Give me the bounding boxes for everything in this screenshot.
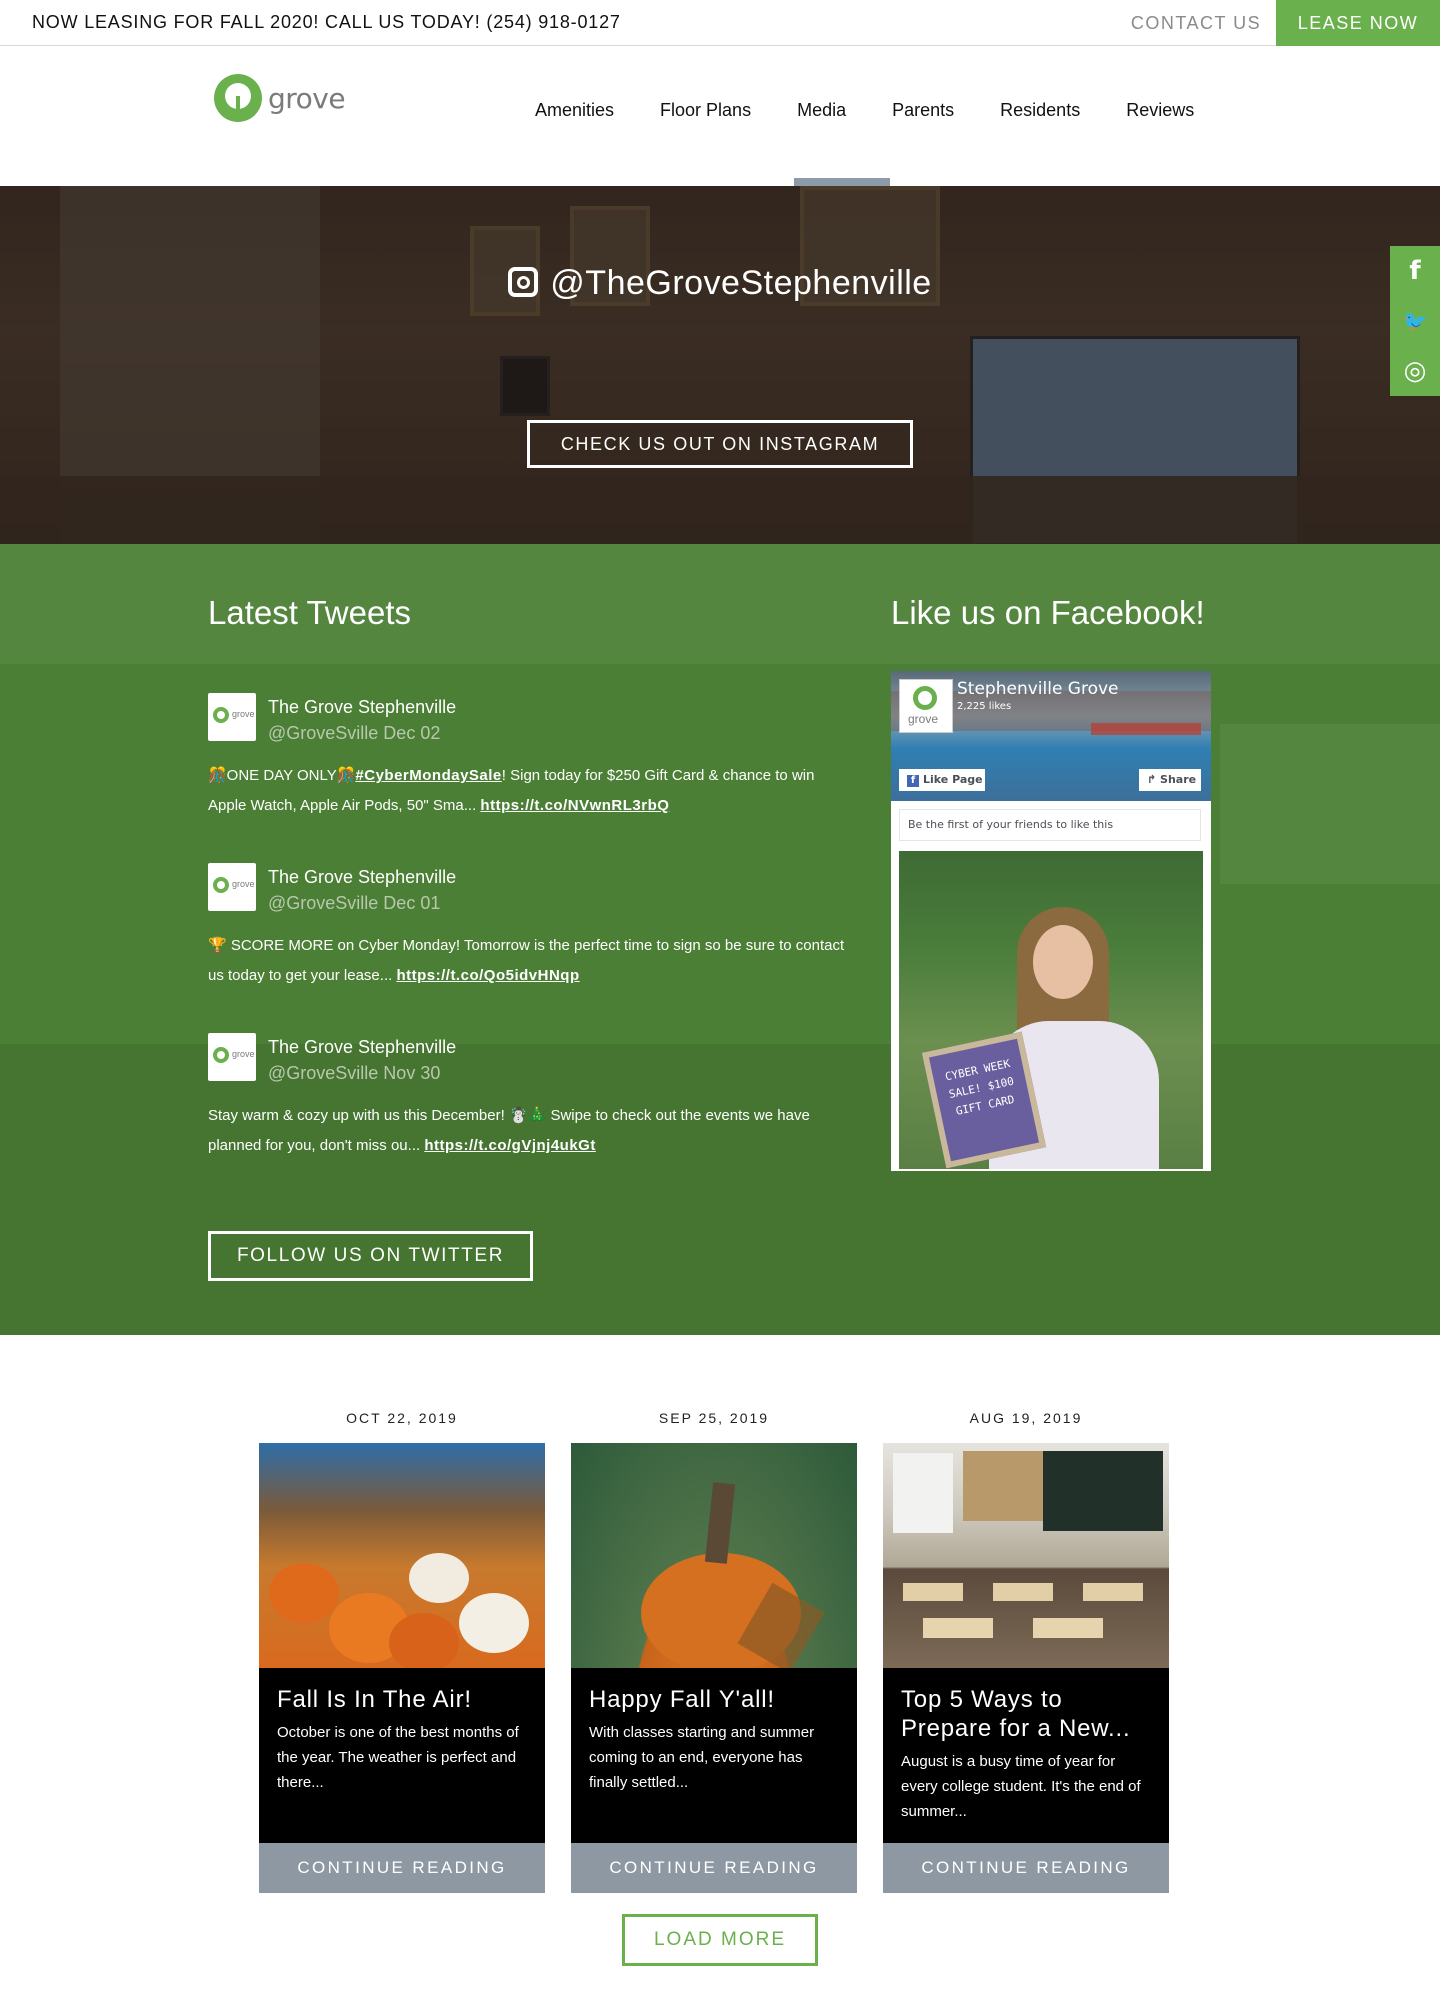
facebook-cover-photo: Stephenville Grove 2,225 likes Like Page… [891,671,1211,801]
continue-reading-button[interactable]: CONTINUE READING [883,1843,1169,1893]
main-nav: Amenities Floor Plans Media Parents Resi… [535,100,1240,121]
tweet-avatar [208,863,256,911]
post-title[interactable]: Top 5 Ways to Prepare for a New... [901,1685,1157,1743]
facebook-icon[interactable]: f [1390,246,1440,296]
tweet-link[interactable]: https://t.co/gVjnj4ukGt [424,1137,596,1154]
post-excerpt: With classes starting and summer coming … [589,1724,815,1791]
tweet-avatar [208,1033,256,1081]
nav-amenities[interactable]: Amenities [535,100,614,121]
tree-icon [214,74,262,122]
like-page-button[interactable]: Like Page [899,769,985,791]
continue-reading-button[interactable]: CONTINUE READING [571,1843,857,1893]
tweet-handle: @GroveSville Nov 30 [268,1063,441,1083]
top-bar: NOW LEASING FOR FALL 2020! CALL US TODAY… [0,0,1440,46]
facebook-page-name[interactable]: Stephenville Grove [957,679,1119,699]
facebook-friends-text: Be the first of your friends to like thi… [899,809,1201,841]
instagram-handle: @TheGroveStephenville [0,264,1440,303]
blog-card: Top 5 Ways to Prepare for a New... Augus… [883,1443,1169,1893]
post-date: AUG 19, 2019 [969,1410,1083,1426]
instagram-icon[interactable]: ◎ [1390,346,1440,396]
tweet: The Grove Stephenville @GroveSville Dec … [208,693,838,823]
site-header: grove Amenities Floor Plans Media Parent… [0,46,1440,186]
tweet-link[interactable]: https://t.co/Qo5idvHNqp [396,967,579,984]
tweet-handle: @GroveSville Dec 01 [268,893,441,913]
tweet-author[interactable]: The Grove Stephenville [268,697,456,718]
facebook-widget: Stephenville Grove 2,225 likes Like Page… [891,671,1211,1171]
load-more-button[interactable]: LOAD MORE [622,1914,818,1966]
tweet-link[interactable]: https://t.co/NVwnRL3rbQ [480,797,669,814]
social-sidebar: f 🐦 ◎ [1390,246,1440,396]
facebook-heading: Like us on Facebook! [891,594,1205,631]
facebook-page-avatar[interactable] [899,679,953,733]
tweet-author[interactable]: The Grove Stephenville [268,1037,456,1058]
tweet-handle: @GroveSville Dec 02 [268,723,441,743]
tweet-text: Stay warm & cozy up with us this Decembe… [208,1107,810,1154]
continue-reading-button[interactable]: CONTINUE READING [259,1843,545,1893]
post-excerpt: August is a busy time of year for every … [901,1753,1141,1820]
hashtag-link[interactable]: #CyberMondaySale [355,767,501,784]
post-date: OCT 22, 2019 [346,1410,458,1426]
post-image[interactable] [571,1443,857,1668]
tweet-author[interactable]: The Grove Stephenville [268,867,456,888]
tweet-text: 🎊ONE DAY ONLY🎊#CyberMondaySale! Sign tod… [208,767,815,814]
post-date: SEP 25, 2019 [658,1410,770,1426]
lease-now-button[interactable]: LEASE NOW [1276,0,1440,46]
nav-reviews[interactable]: Reviews [1126,100,1194,121]
active-nav-indicator [794,178,890,186]
facebook-likes-count: 2,225 likes [957,701,1012,712]
logo-text: grove [268,81,346,115]
blog-card: Happy Fall Y'all! With classes starting … [571,1443,857,1893]
follow-twitter-button[interactable]: FOLLOW US ON TWITTER [208,1231,533,1281]
tweet: The Grove Stephenville @GroveSville Dec … [208,863,844,993]
share-icon: ↱ [1147,773,1161,786]
post-title[interactable]: Happy Fall Y'all! [589,1685,845,1714]
nav-media[interactable]: Media [797,100,846,121]
post-title[interactable]: Fall Is In The Air! [277,1685,533,1714]
post-image[interactable] [259,1443,545,1668]
contact-us-link[interactable]: CONTACT US [1116,0,1276,46]
instagram-icon [508,267,539,297]
nav-parents[interactable]: Parents [892,100,954,121]
share-button[interactable]: ↱ Share [1139,769,1201,791]
grove-logo[interactable]: grove [214,72,346,124]
tweets-heading: Latest Tweets [208,594,412,631]
social-section: Latest Tweets Like us on Facebook! The G… [0,544,1440,1335]
post-image[interactable] [883,1443,1169,1668]
blog-card: Fall Is In The Air! October is one of th… [259,1443,545,1893]
nav-residents[interactable]: Residents [1000,100,1080,121]
twitter-icon[interactable]: 🐦 [1390,296,1440,346]
instagram-hero: @TheGroveStephenville CHECK US OUT ON IN… [0,186,1440,544]
tweet: The Grove Stephenville @GroveSville Nov … [208,1033,838,1163]
tweet-avatar [208,693,256,741]
nav-floor-plans[interactable]: Floor Plans [660,100,751,121]
facebook-post-photo[interactable]: CYBER WEEK SALE! $100 GIFT CARD [899,851,1203,1169]
leasing-announcement: NOW LEASING FOR FALL 2020! CALL US TODAY… [32,12,621,32]
instagram-button[interactable]: CHECK US OUT ON INSTAGRAM [527,420,913,468]
post-excerpt: October is one of the best months of the… [277,1724,519,1791]
tweet-text: 🏆 SCORE MORE on Cyber Monday! Tomorrow i… [208,937,845,984]
